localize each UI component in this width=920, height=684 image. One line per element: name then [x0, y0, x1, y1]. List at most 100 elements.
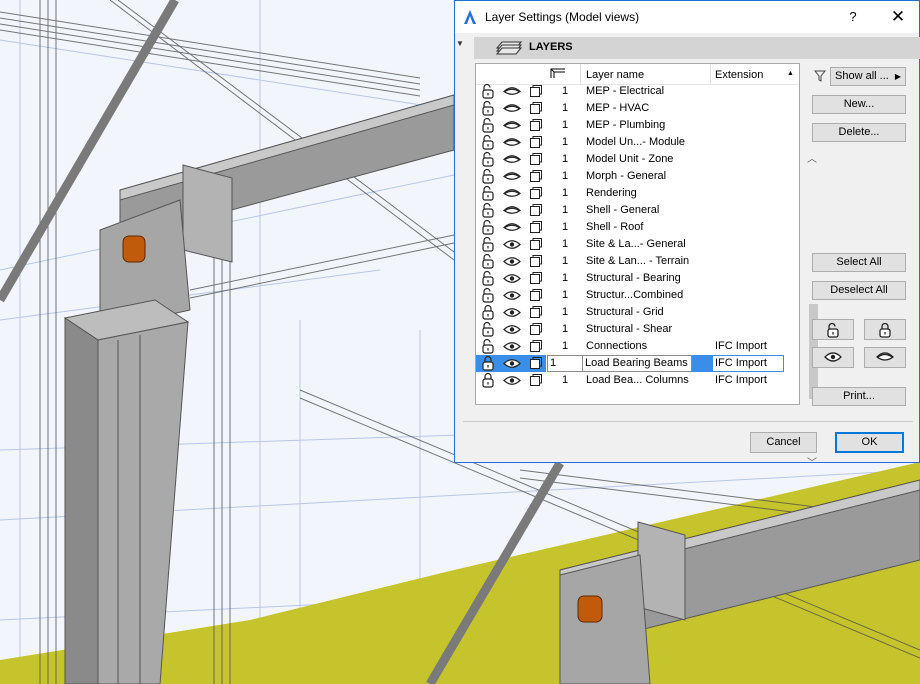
collapse-arrow-icon[interactable]: ▼ [456, 39, 464, 48]
wireframe-icon[interactable] [529, 84, 543, 101]
sort-arrow-icon: ▲ [787, 70, 794, 77]
wireframe-icon[interactable] [529, 101, 543, 118]
wireframe-icon[interactable] [529, 373, 543, 390]
close-button[interactable]: ✕ [883, 5, 913, 29]
intersection-group: 1 [562, 170, 569, 182]
hide-selected-button[interactable] [864, 347, 906, 368]
layer-row[interactable]: 1 Model Unit - Zone [476, 151, 784, 168]
wireframe-icon[interactable] [529, 135, 543, 152]
layer-row[interactable]: 1 Load Bea... Columns IFC Import [476, 372, 784, 389]
unlock-selected-button[interactable] [812, 319, 854, 340]
intersection-group: 1 [562, 272, 569, 284]
layer-row[interactable]: 1 Structural - Shear [476, 321, 784, 338]
layer-name: MEP - Plumbing [586, 119, 666, 131]
delete-label: Delete... [838, 126, 880, 138]
layer-name: Morph - General [586, 170, 667, 182]
cancel-button[interactable]: Cancel [750, 432, 817, 453]
layer-row[interactable]: 1 Model Un...- Module [476, 134, 784, 151]
layer-row[interactable]: 1 Rendering [476, 185, 784, 202]
eye-closed-icon[interactable] [503, 222, 521, 236]
wireframe-icon[interactable] [529, 220, 543, 237]
wireframe-icon[interactable] [529, 169, 543, 186]
layer-row[interactable]: 1 Structur...Combined [476, 287, 784, 304]
eye-closed-icon[interactable] [503, 205, 521, 219]
layer-row[interactable]: 1 Site & La...- General [476, 236, 784, 253]
show-all-dropdown[interactable]: Show all ... ▶ [830, 67, 906, 86]
selection-highlight-gap [692, 355, 712, 372]
eye-closed-icon[interactable] [503, 154, 521, 168]
layer-row[interactable]: 1 MEP - Electrical [476, 83, 784, 100]
intersection-group: 1 [562, 85, 569, 97]
layer-row[interactable]: 1 Connections IFC Import [476, 338, 784, 355]
new-layer-button[interactable]: New... [812, 95, 906, 114]
intersection-group: 1 [562, 289, 569, 301]
cancel-label: Cancel [766, 436, 801, 448]
column-header-layer-name[interactable]: Layer name [586, 69, 644, 81]
wireframe-icon[interactable] [529, 118, 543, 135]
wireframe-icon[interactable] [529, 254, 543, 271]
ok-button[interactable]: OK [835, 432, 904, 453]
wireframe-icon[interactable] [529, 305, 543, 322]
wireframe-icon[interactable] [529, 288, 543, 305]
intersection-group: 1 [562, 238, 569, 250]
deselect-all-button[interactable]: Deselect All [812, 281, 906, 300]
archicad-app-icon [464, 10, 476, 24]
title-bar[interactable]: Layer Settings (Model views) ? ✕ [455, 1, 919, 33]
wireframe-icon[interactable] [529, 271, 543, 288]
lock-icon[interactable] [480, 372, 496, 391]
eye-open-icon[interactable] [503, 290, 521, 304]
wireframe-icon[interactable] [529, 152, 543, 169]
eye-open-icon[interactable] [503, 341, 521, 355]
delete-layer-button[interactable]: Delete... [812, 123, 906, 142]
intersection-group: 1 [562, 255, 569, 267]
eye-closed-icon[interactable] [503, 103, 521, 117]
eye-open-icon[interactable] [503, 375, 521, 389]
eye-closed-icon[interactable] [503, 171, 521, 185]
eye-open-icon[interactable] [503, 307, 521, 321]
footer-divider [463, 421, 913, 422]
layer-row[interactable]: 1 Shell - General [476, 202, 784, 219]
layer-row[interactable]: 1 MEP - HVAC [476, 100, 784, 117]
layer-row[interactable]: 1 MEP - Plumbing [476, 117, 784, 134]
layer-row[interactable]: 1 Structural - Grid [476, 304, 784, 321]
eye-open-icon[interactable] [503, 256, 521, 270]
layer-name: Connections [586, 340, 648, 352]
eye-closed-icon[interactable] [503, 86, 521, 100]
eye-open-icon[interactable] [503, 324, 521, 338]
intersection-group: 1 [562, 204, 569, 216]
show-selected-button[interactable] [812, 347, 854, 368]
intersection-group: 1 [562, 136, 569, 148]
print-button[interactable]: Print... [812, 387, 906, 406]
eye-closed-icon[interactable] [503, 120, 521, 134]
eye-open-icon [824, 352, 842, 362]
eye-open-icon[interactable] [503, 273, 521, 287]
lock-selected-button[interactable] [864, 319, 906, 340]
scroll-down-icon[interactable]: ﹀ [807, 454, 817, 469]
wireframe-icon[interactable] [529, 186, 543, 203]
eye-closed-icon[interactable] [503, 188, 521, 202]
help-button[interactable]: ? [840, 7, 866, 27]
layer-name-input[interactable]: Load Bearing Beams [582, 355, 692, 372]
eye-closed-icon[interactable] [503, 137, 521, 151]
wireframe-icon[interactable] [529, 339, 543, 356]
select-all-button[interactable]: Select All [812, 253, 906, 272]
layer-name: MEP - Electrical [586, 85, 665, 97]
wireframe-icon[interactable] [529, 237, 543, 254]
wireframe-icon[interactable] [529, 322, 543, 339]
layer-row[interactable]: 1 Site & Lan... - Terrain [476, 253, 784, 270]
eye-open-icon[interactable] [503, 239, 521, 253]
wireframe-icon[interactable] [529, 203, 543, 220]
layer-name: Structural - Shear [586, 323, 673, 335]
layer-row[interactable]: 1 Morph - General [476, 168, 784, 185]
wireframe-icon[interactable] [529, 356, 543, 373]
layer-row[interactable]: 1 Structural - Bearing [476, 270, 784, 287]
layer-name: Model Un...- Module [586, 136, 686, 148]
extension-field[interactable]: IFC Import [712, 355, 784, 372]
scroll-up-icon[interactable]: ︿ [807, 150, 817, 165]
layer-list[interactable]: Layer name Extension ▲ 1 MEP - Electrical… [475, 63, 818, 469]
layer-row-selected[interactable]: 1 Load Bearing Beams IFC Import [476, 355, 784, 372]
layer-row[interactable]: 1 Shell - Roof [476, 219, 784, 236]
eye-open-icon[interactable] [503, 358, 521, 372]
intersection-group-field[interactable]: 1 [547, 355, 583, 372]
column-header-extension[interactable]: Extension [715, 69, 763, 81]
